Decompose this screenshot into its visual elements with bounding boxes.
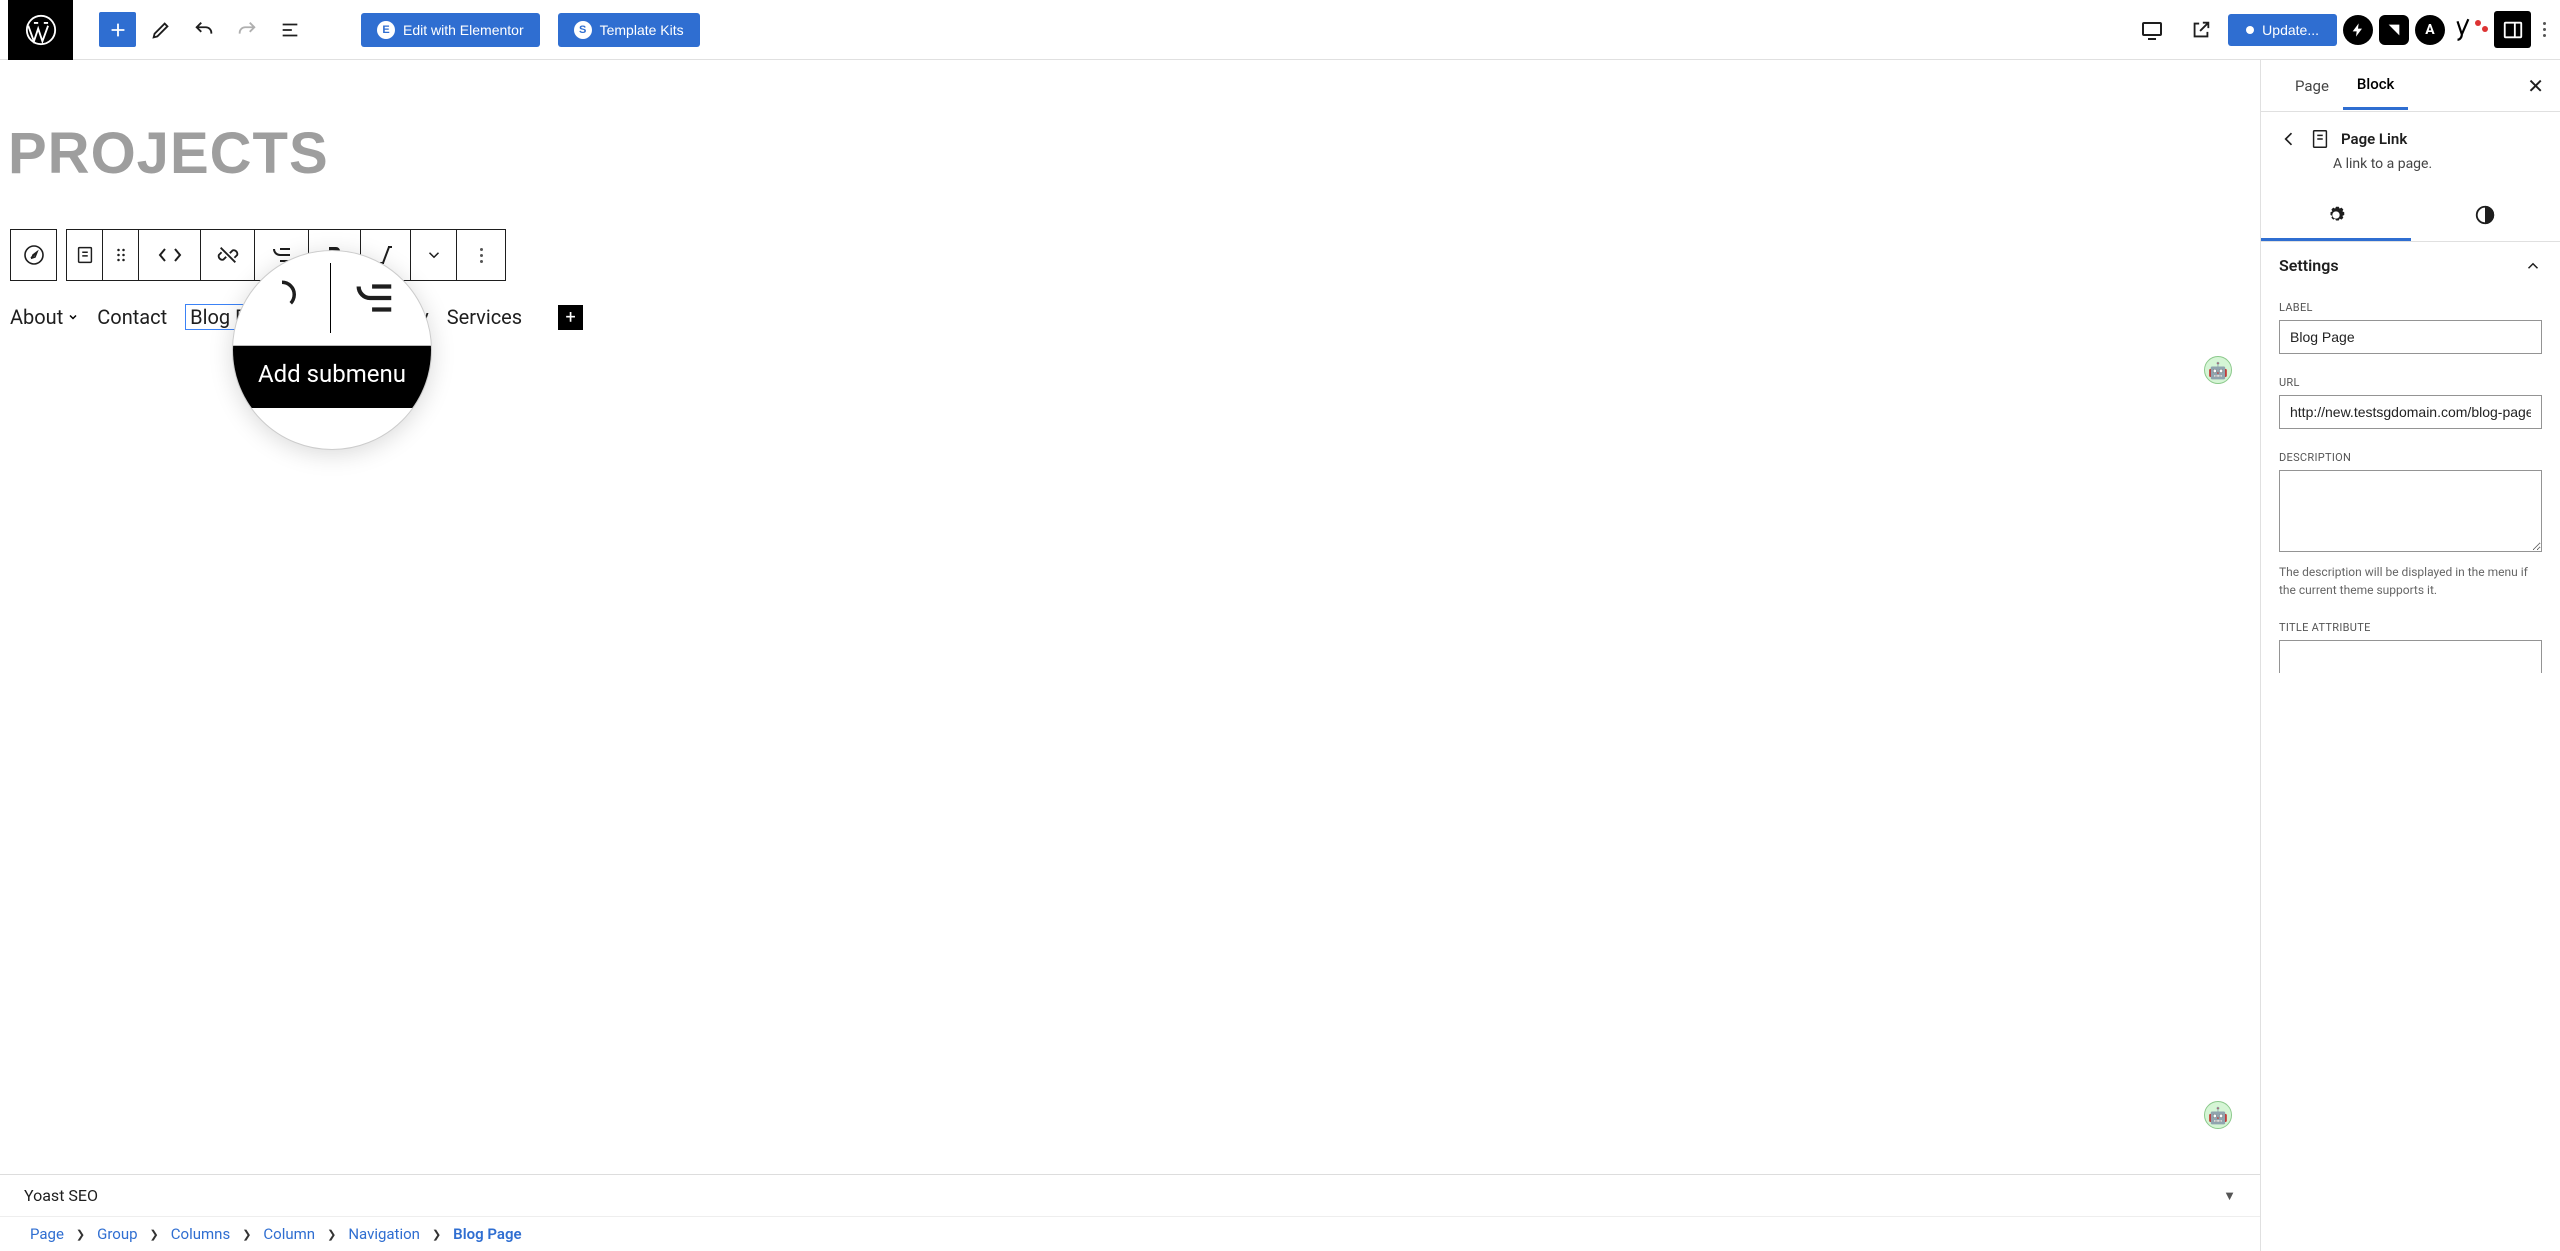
edit-with-elementor-label: Edit with Elementor xyxy=(403,22,524,38)
nav-item-label: About xyxy=(10,305,63,329)
toolbar-more-rich-text-icon[interactable] xyxy=(411,230,457,280)
plugin-icon-1[interactable] xyxy=(2343,15,2373,45)
plugin-icon-2[interactable] xyxy=(2379,15,2409,45)
settings-sidebar: Page Block ✕ Page Link A link to a page.… xyxy=(2260,60,2560,1251)
description-help-text: The description will be displayed in the… xyxy=(2279,563,2542,599)
template-kits-button[interactable]: S Template Kits xyxy=(558,13,700,47)
magnifier-overlay: Add submenu xyxy=(232,250,432,450)
more-options-button[interactable] xyxy=(2537,22,2552,37)
template-kits-label: Template Kits xyxy=(600,22,684,38)
title-attribute-label: TITLE ATTRIBUTE xyxy=(2279,621,2542,634)
nav-item-label: Services xyxy=(447,305,522,329)
yoast-icon[interactable] xyxy=(2451,17,2488,43)
url-field-label: URL xyxy=(2279,376,2542,389)
nav-item-services[interactable]: Services xyxy=(447,303,522,331)
view-page-icon[interactable] xyxy=(2182,12,2219,47)
update-button[interactable]: Update... xyxy=(2228,14,2337,46)
settings-subtab[interactable] xyxy=(2261,192,2411,241)
toolbar-options-icon[interactable] xyxy=(457,230,505,280)
chatbot-bubble-icon[interactable]: 🤖 xyxy=(2204,356,2232,384)
label-field-label: LABEL xyxy=(2279,301,2542,314)
yoast-seo-panel[interactable]: Yoast SEO ▼ xyxy=(0,1174,2260,1216)
chatbot-bubble-icon[interactable]: 🤖 xyxy=(2204,1101,2232,1129)
nav-item-label: Contact xyxy=(97,305,167,329)
wordpress-logo[interactable] xyxy=(8,0,73,60)
editor-topbar: E Edit with Elementor S Template Kits Up… xyxy=(0,0,2560,60)
tab-page[interactable]: Page xyxy=(2281,63,2343,109)
edit-with-elementor-button[interactable]: E Edit with Elementor xyxy=(361,13,540,47)
block-description: A link to a page. xyxy=(2261,156,2560,172)
breadcrumb-item[interactable]: Column xyxy=(263,1225,315,1243)
settings-heading: Settings xyxy=(2279,256,2339,275)
description-field-label: DESCRIPTION xyxy=(2279,451,2542,464)
page-link-icon xyxy=(2309,128,2331,150)
block-name: Page Link xyxy=(2341,130,2407,148)
toolbar-unlink-icon[interactable] xyxy=(201,230,255,280)
redo-button[interactable] xyxy=(228,12,265,47)
url-input[interactable] xyxy=(2279,395,2542,429)
update-label: Update... xyxy=(2262,22,2319,38)
add-submenu-tooltip: Add submenu xyxy=(233,346,431,408)
plugin-icon-3[interactable]: A xyxy=(2415,15,2445,45)
toolbar-navigation-icon[interactable] xyxy=(11,230,56,280)
sidebar-toggle-button[interactable] xyxy=(2494,11,2531,48)
collapse-icon[interactable]: ▼ xyxy=(2223,1188,2236,1204)
block-sub-tabs xyxy=(2261,192,2560,242)
add-block-button[interactable] xyxy=(99,12,136,47)
editor-main: PROJECTS About Contact Blog Page Home xyxy=(0,60,2560,1251)
toolbar-select-parent-icon[interactable] xyxy=(67,230,103,280)
back-icon[interactable] xyxy=(2279,129,2299,149)
label-input[interactable] xyxy=(2279,320,2542,354)
preview-desktop-icon[interactable] xyxy=(2133,12,2170,47)
nav-item-about[interactable]: About xyxy=(10,303,79,331)
breadcrumb-item[interactable]: Group xyxy=(97,1225,137,1243)
breadcrumb-item[interactable]: Page xyxy=(30,1225,64,1243)
block-header: Page Link xyxy=(2261,112,2560,156)
close-sidebar-button[interactable]: ✕ xyxy=(2527,74,2544,98)
document-outline-button[interactable] xyxy=(271,12,308,47)
toolbar-move-icon[interactable] xyxy=(139,230,201,280)
edit-pencil-icon[interactable] xyxy=(142,12,179,47)
breadcrumb-item[interactable]: Navigation xyxy=(348,1225,420,1243)
yoast-label: Yoast SEO xyxy=(24,1186,98,1205)
tab-block[interactable]: Block xyxy=(2343,61,2408,110)
block-breadcrumb: Page❯ Group❯ Columns❯ Column❯ Navigation… xyxy=(0,1216,2260,1251)
page-title[interactable]: PROJECTS xyxy=(8,120,2250,187)
toolbar-drag-handle-icon[interactable] xyxy=(103,230,139,280)
breadcrumb-item[interactable]: Columns xyxy=(171,1225,230,1243)
description-textarea[interactable] xyxy=(2279,470,2542,552)
editor-canvas: PROJECTS About Contact Blog Page Home xyxy=(0,60,2260,1251)
topbar-right-tools: Update... A xyxy=(2130,11,2552,48)
add-nav-item-button[interactable]: + xyxy=(558,305,583,330)
breadcrumb-current: Blog Page xyxy=(453,1225,521,1243)
chevron-up-icon xyxy=(2524,257,2542,275)
undo-button[interactable] xyxy=(185,12,222,47)
sidebar-tabs: Page Block ✕ xyxy=(2261,60,2560,112)
settings-section-header[interactable]: Settings xyxy=(2261,242,2560,289)
nav-item-contact[interactable]: Contact xyxy=(97,303,167,331)
styles-subtab[interactable] xyxy=(2411,192,2560,241)
title-attribute-input[interactable] xyxy=(2279,640,2542,673)
settings-panel-body: LABEL URL DESCRIPTION The description wi… xyxy=(2261,289,2560,685)
